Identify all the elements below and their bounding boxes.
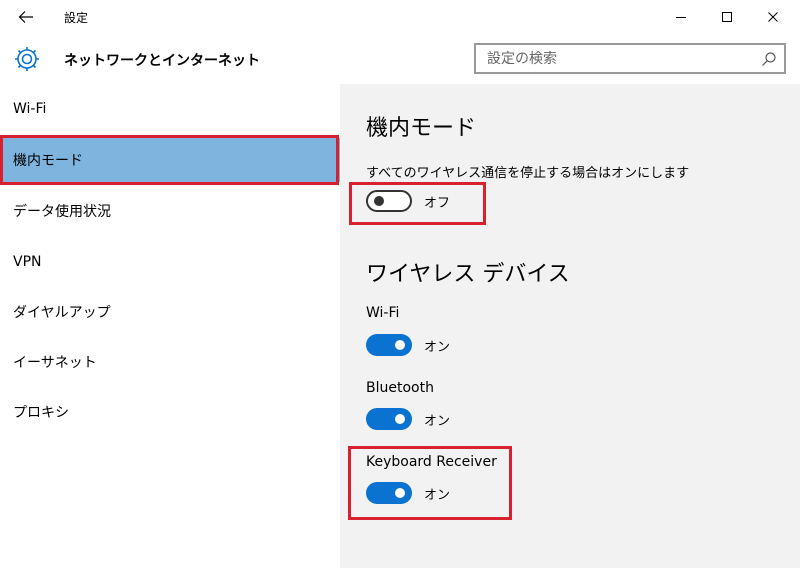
- search-box[interactable]: [474, 43, 786, 74]
- sidebar: Wi-Fi 機内モード データ使用状況 VPN ダイヤルアップ イーサネット プ…: [0, 84, 340, 568]
- toggle-knob: [395, 340, 405, 350]
- wifi-toggle-row: オン: [366, 334, 450, 356]
- wifi-toggle[interactable]: [366, 334, 412, 356]
- window-title: 設定: [64, 11, 89, 25]
- page-header: ネットワークとインターネット: [0, 34, 800, 84]
- keyboard-receiver-highlight-box: [348, 446, 512, 520]
- airplane-mode-description: すべてのワイヤレス通信を停止する場合はオンにします: [366, 166, 690, 181]
- gear-icon: [15, 47, 39, 71]
- sidebar-item-vpn[interactable]: VPN: [0, 240, 340, 284]
- bluetooth-state: オン: [424, 413, 451, 429]
- wifi-state: オン: [424, 339, 451, 355]
- page-title: ネットワークとインターネット: [64, 53, 260, 69]
- minimize-button[interactable]: [658, 0, 704, 34]
- device-label-wifi: Wi-Fi: [366, 305, 400, 321]
- main-content: 機内モード すべてのワイヤレス通信を停止する場合はオンにします オフ ワイヤレス…: [340, 84, 800, 568]
- sidebar-item-wifi[interactable]: Wi-Fi: [0, 87, 340, 131]
- toggle-knob: [395, 414, 405, 424]
- back-button[interactable]: [10, 4, 42, 30]
- selection-highlight-box: [0, 135, 339, 185]
- airplane-toggle-highlight-box: [349, 182, 486, 225]
- search-input[interactable]: [476, 45, 756, 72]
- sidebar-item-dialup[interactable]: ダイヤルアップ: [0, 290, 340, 334]
- airplane-mode-title: 機内モード: [366, 116, 477, 141]
- wireless-devices-title: ワイヤレス デバイス: [366, 262, 570, 287]
- back-arrow-icon: [18, 11, 33, 23]
- minimize-icon: [676, 17, 686, 18]
- sidebar-item-proxy[interactable]: プロキシ: [0, 390, 340, 434]
- sidebar-item-data-usage[interactable]: データ使用状況: [0, 189, 340, 233]
- title-bar: 設定: [0, 0, 800, 34]
- maximize-button[interactable]: [704, 0, 750, 34]
- device-label-bluetooth: Bluetooth: [366, 380, 434, 396]
- sidebar-item-ethernet[interactable]: イーサネット: [0, 340, 340, 384]
- bluetooth-toggle-row: オン: [366, 408, 450, 430]
- bluetooth-toggle[interactable]: [366, 408, 412, 430]
- close-button[interactable]: [750, 0, 796, 34]
- search-icon[interactable]: [761, 51, 777, 67]
- close-icon: [768, 12, 778, 22]
- maximize-icon: [722, 12, 732, 22]
